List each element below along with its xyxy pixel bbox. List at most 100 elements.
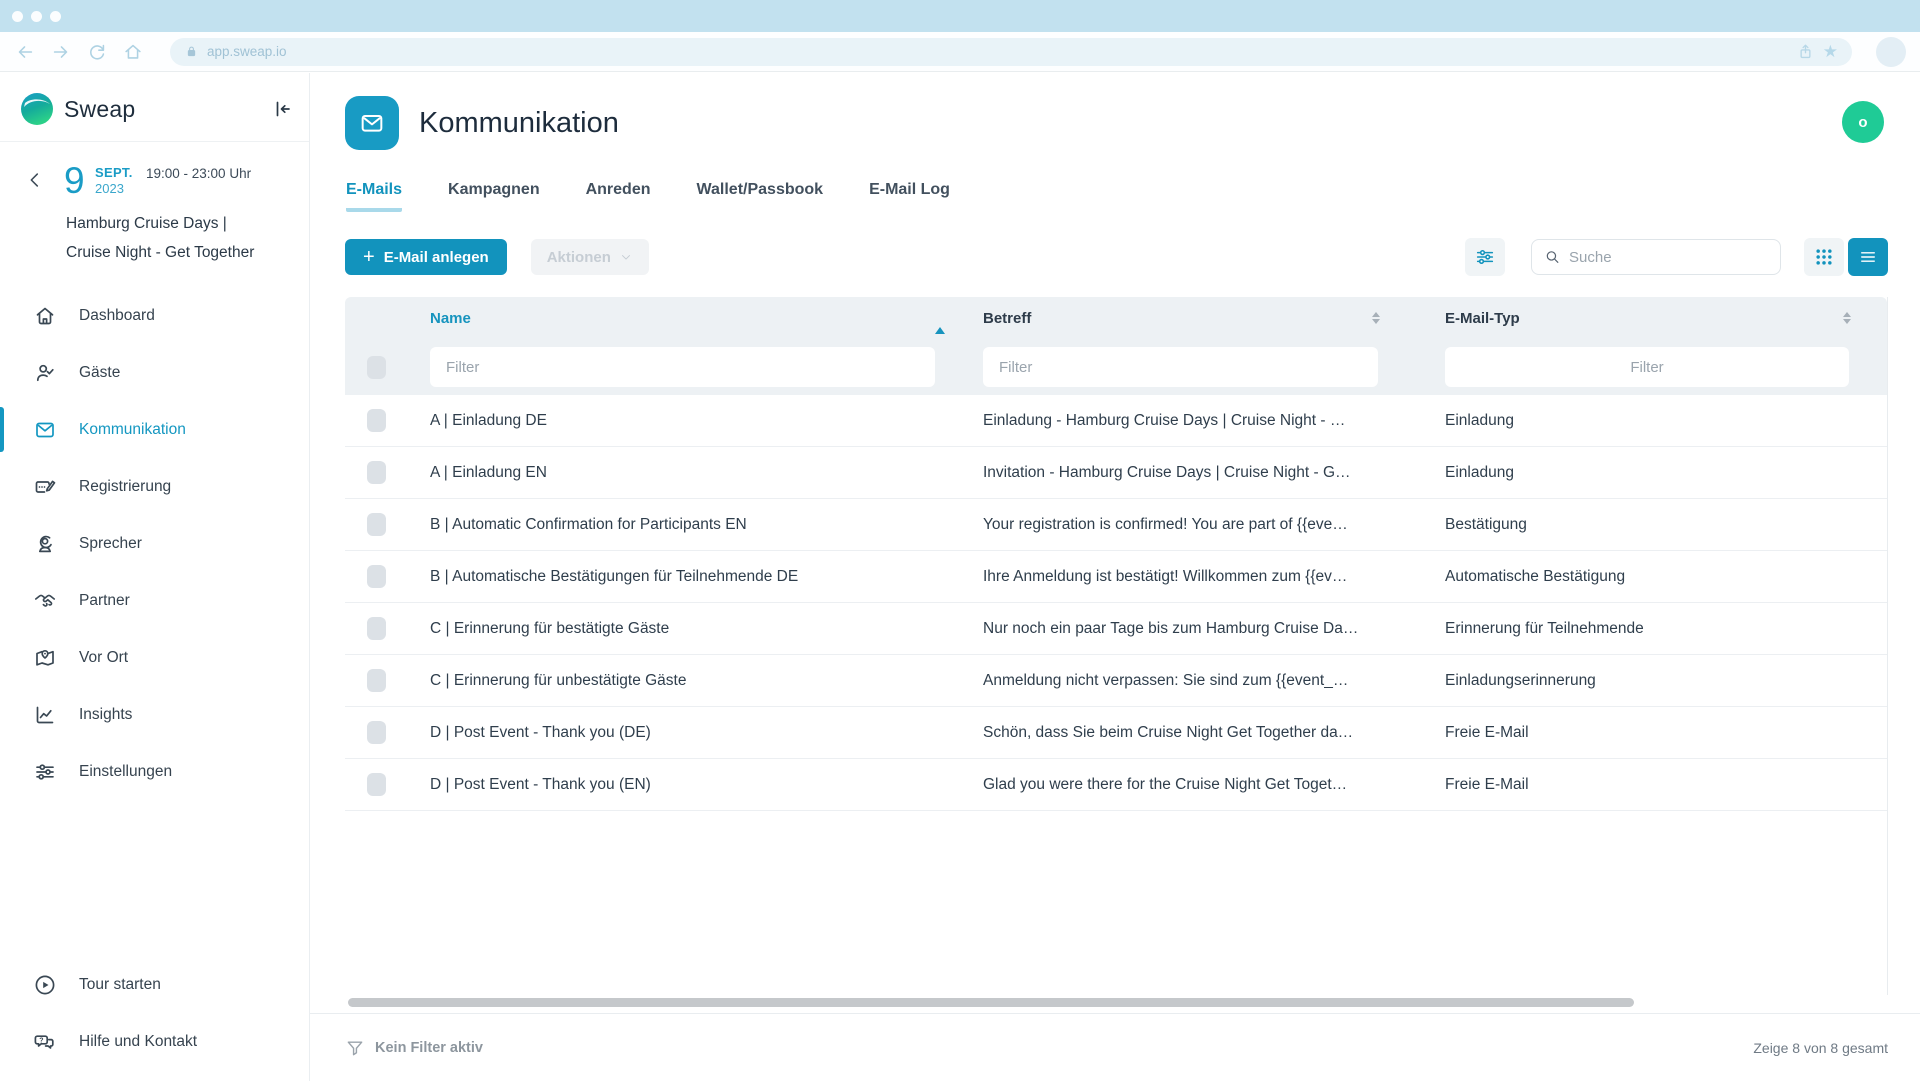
table-filter-row (345, 339, 1887, 395)
list-view-button[interactable] (1848, 238, 1888, 276)
checkbox-cell (345, 565, 430, 588)
sidebar-item-tour-starten[interactable]: Tour starten (0, 956, 309, 1013)
type-cell: Erinnerung für Teilnehmende (1420, 620, 1887, 638)
sidebar-item-label: Kommunikation (79, 421, 186, 439)
actions-dropdown-button[interactable]: Aktionen (531, 239, 649, 275)
name-filter-input[interactable] (430, 347, 935, 387)
address-bar[interactable]: app.sweap.io ★ (170, 38, 1852, 66)
back-chevron-icon[interactable] (24, 169, 46, 191)
forward-icon[interactable] (50, 41, 72, 63)
table-body: A | Einladung DE Einladung - Hamburg Cru… (345, 395, 1887, 811)
type-filter-input[interactable] (1445, 347, 1849, 387)
sidebar-item-insights[interactable]: Insights (0, 686, 309, 743)
table-row[interactable]: B | Automatic Confirmation for Participa… (345, 499, 1887, 551)
tab-e-mail-log[interactable]: E-Mail Log (869, 181, 950, 212)
user-avatar[interactable]: o (1842, 101, 1884, 143)
sidebar-divider (0, 141, 309, 142)
brand-name: Sweap (64, 96, 259, 123)
grid-view-button[interactable] (1804, 238, 1844, 276)
home-icon[interactable] (122, 41, 144, 63)
sidebar-item-sprecher[interactable]: Sprecher (0, 515, 309, 572)
tab-wallet-passbook[interactable]: Wallet/Passbook (697, 181, 824, 212)
subject-cell: Your registration is confirmed! You are … (965, 516, 1420, 534)
sidebar-item-partner[interactable]: Partner (0, 572, 309, 629)
browser-profile-avatar[interactable] (1876, 37, 1906, 67)
sidebar-item-label: Registrierung (79, 478, 171, 496)
mail-icon (33, 418, 57, 442)
checkbox-cell (345, 409, 430, 432)
tab-anreden[interactable]: Anreden (586, 181, 651, 212)
row-checkbox[interactable] (367, 669, 386, 692)
column-header-email-typ[interactable]: E-Mail-Typ (1420, 310, 1887, 327)
sidebar: Sweap 9 SEPT. 2023 19:00 - 23:00 Uhr Ham… (0, 73, 310, 1081)
event-time: 19:00 - 23:00 Uhr (146, 166, 251, 181)
event-name[interactable]: Hamburg Cruise Days | Cruise Night - Get… (66, 209, 254, 267)
table-row[interactable]: A | Einladung EN Invitation - Hamburg Cr… (345, 447, 1887, 499)
select-all-checkbox-wrap (345, 356, 430, 379)
sidebar-item-label: Vor Ort (79, 649, 128, 667)
row-checkbox[interactable] (367, 773, 386, 796)
horizontal-scrollbar[interactable] (348, 998, 1634, 1007)
row-checkbox[interactable] (367, 461, 386, 484)
sidebar-item-registrierung[interactable]: Registrierung (0, 458, 309, 515)
event-day: 9 (64, 161, 85, 202)
filter-settings-button[interactable] (1465, 238, 1505, 276)
event-month: SEPT. (95, 165, 133, 180)
name-cell: C | Erinnerung für unbestätigte Gäste (430, 672, 965, 690)
type-cell: Einladungserinnerung (1420, 672, 1887, 690)
tab-e-mails[interactable]: E-Mails (346, 181, 402, 212)
share-icon[interactable] (1796, 42, 1815, 61)
table-row[interactable]: C | Erinnerung für unbestätigte Gäste An… (345, 655, 1887, 707)
sidebar-nav: Dashboard Gäste Kommunikation Registrier… (0, 287, 309, 800)
create-email-button[interactable]: + E-Mail anlegen (345, 239, 507, 275)
sidebar-item-hilfe-kontakt[interactable]: ? Hilfe und Kontakt (0, 1013, 309, 1070)
browser-window: app.sweap.io ★ Sweap (0, 0, 1920, 1081)
sidebar-item-einstellungen[interactable]: Einstellungen (0, 743, 309, 800)
table-row[interactable]: D | Post Event - Thank you (DE) Schön, d… (345, 707, 1887, 759)
play-circle-icon (33, 973, 57, 997)
sort-asc-icon (935, 310, 945, 327)
close-window-button[interactable] (12, 11, 23, 22)
table-row[interactable]: C | Erinnerung für bestätigte Gäste Nur … (345, 603, 1887, 655)
bookmark-star-icon[interactable]: ★ (1823, 43, 1838, 60)
subject-filter-input[interactable] (983, 347, 1378, 387)
row-checkbox[interactable] (367, 565, 386, 588)
collapse-sidebar-icon[interactable] (269, 97, 293, 121)
filter-status-text: Kein Filter aktiv (375, 1040, 483, 1056)
back-icon[interactable] (14, 41, 36, 63)
map-pin-icon (33, 646, 57, 670)
name-filter-wrap (430, 347, 965, 387)
table-row[interactable]: A | Einladung DE Einladung - Hamburg Cru… (345, 395, 1887, 447)
reload-icon[interactable] (86, 41, 108, 63)
guest-check-icon (33, 361, 57, 385)
type-cell: Bestätigung (1420, 516, 1887, 534)
page-title: Kommunikation (419, 107, 619, 140)
type-cell: Automatische Bestätigung (1420, 568, 1887, 586)
sidebar-item-dashboard[interactable]: Dashboard (0, 287, 309, 344)
sidebar-item-gaeste[interactable]: Gäste (0, 344, 309, 401)
row-checkbox[interactable] (367, 513, 386, 536)
grid-view-icon (1814, 247, 1834, 267)
type-cell: Einladung (1420, 464, 1887, 482)
sidebar-item-label: Partner (79, 592, 130, 610)
tab-kampagnen[interactable]: Kampagnen (448, 181, 540, 212)
checkbox-cell (345, 617, 430, 640)
filter-status: Kein Filter aktiv (345, 1038, 483, 1058)
sidebar-item-vor-ort[interactable]: Vor Ort (0, 629, 309, 686)
search-input[interactable] (1569, 249, 1768, 266)
checkbox-cell (345, 461, 430, 484)
row-checkbox[interactable] (367, 721, 386, 744)
table-row[interactable]: B | Automatische Bestätigungen für Teiln… (345, 551, 1887, 603)
table-row[interactable]: D | Post Event - Thank you (EN) Glad you… (345, 759, 1887, 811)
sidebar-item-kommunikation[interactable]: Kommunikation (0, 401, 309, 458)
subject-cell: Ihre Anmeldung ist bestätigt! Willkommen… (965, 568, 1420, 586)
select-all-checkbox[interactable] (367, 356, 386, 379)
checkbox-cell (345, 513, 430, 536)
column-header-name[interactable]: Name (430, 310, 965, 327)
row-checkbox[interactable] (367, 409, 386, 432)
maximize-window-button[interactable] (50, 11, 61, 22)
column-header-betreff[interactable]: Betreff (965, 310, 1420, 327)
filter-sliders-icon (1474, 246, 1496, 268)
row-checkbox[interactable] (367, 617, 386, 640)
minimize-window-button[interactable] (31, 11, 42, 22)
